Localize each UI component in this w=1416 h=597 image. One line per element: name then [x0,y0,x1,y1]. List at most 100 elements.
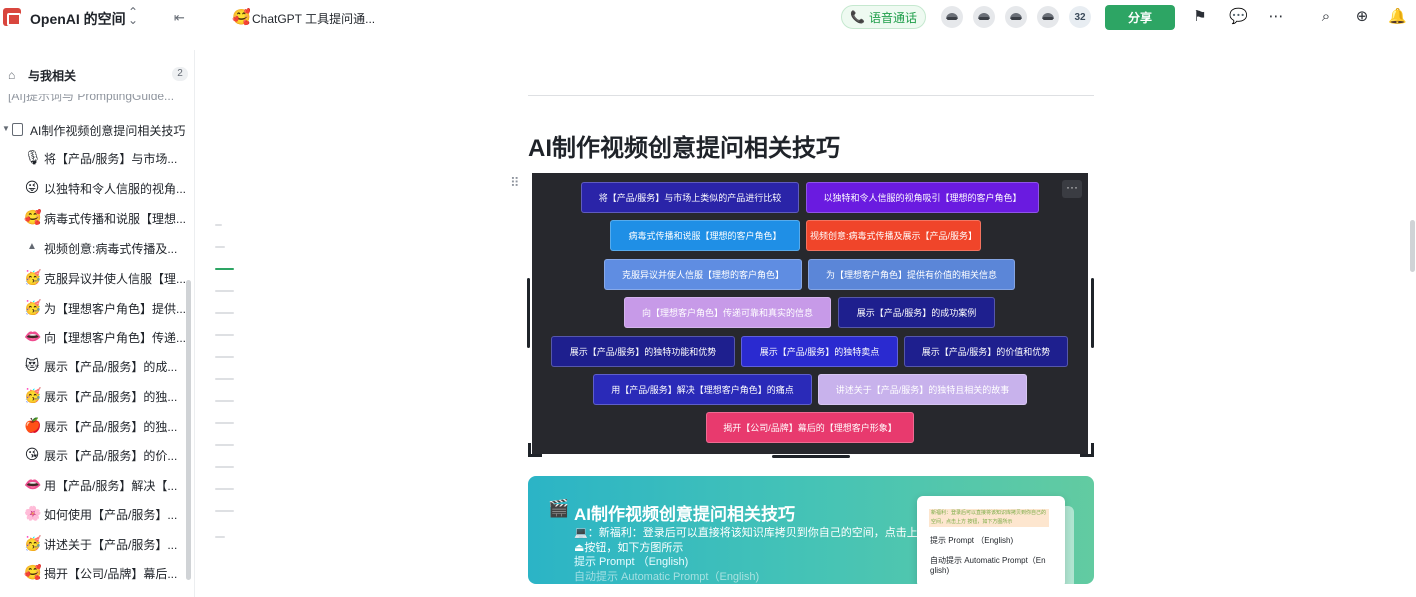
sidebar-item-parent[interactable]: ▼ AI制作视频创意提问相关技巧 [0,120,192,140]
sidebar-item-icon: 🥳 [24,269,42,285]
collaborator-count-badge[interactable]: 32 [1069,6,1091,28]
outline-line[interactable] [215,536,225,538]
bell-icon[interactable]: 🔔 [1388,8,1407,26]
outline-line-active[interactable] [215,268,234,270]
sidebar-item-icon: 🌸 [24,505,42,521]
canvas-box[interactable]: 用【产品/服务】解决【理想客户角色】的痛点 [593,374,812,405]
collaborator-avatar[interactable] [941,6,963,28]
page-title: AI制作视频创意提问相关技巧 [528,135,840,162]
collaborator-avatar[interactable] [1037,6,1059,28]
sidebar-item[interactable]: 🥳 讲述关于【产品/服务】... [0,533,185,555]
screenshot-text: glish) [930,566,950,575]
search-icon[interactable]: ⌕ [1317,8,1335,26]
top-bar: OpenAI 的空间 ⌃ ⌄ ⇤ 🥰 ChatGPT 工具提问通... 📞 语音通… [0,0,1416,34]
sidebar-item[interactable]: 👄 用【产品/服务】解决【... [0,474,185,496]
collapse-sidebar-icon[interactable]: ⇤ [174,10,185,26]
canvas-box[interactable]: 视频创意:病毒式传播及展示【产品/服务】 [806,220,981,251]
canvas-box[interactable]: 将【产品/服务】与市场上类似的产品进行比较 [581,182,799,213]
card-text-line: 自动提示 Automatic Prompt（English) [574,571,760,583]
related-to-me-label[interactable]: 与我相关 [28,67,76,84]
outline-line[interactable] [215,378,234,380]
outline-line[interactable] [215,334,234,336]
selection-corner[interactable] [528,443,542,457]
sidebar-item[interactable]: 😘 展示【产品/服务】的价... [0,444,185,466]
canvas-box[interactable]: 为【理想客户角色】提供有价值的相关信息 [808,259,1015,290]
sidebar-item-cut[interactable]: [AI]提示词与 PromptingGuide... [8,94,174,104]
outline-line[interactable] [215,312,234,314]
selection-side-handle[interactable] [1091,278,1094,348]
sidebar-item-label: 讲述关于【产品/服务】... [44,538,178,552]
sidebar-item[interactable]: 🌸 如何使用【产品/服务】... [0,503,185,525]
collaborator-avatar[interactable] [1005,6,1027,28]
sidebar-item[interactable]: 🎙 将【产品/服务】与市场... [0,147,185,169]
sidebar-item[interactable]: 🥰 病毒式传播和说服【理想... [0,207,187,229]
sidebar-item[interactable]: ▲ 视频创意:病毒式传播及... [0,237,185,259]
sidebar-item[interactable]: 🥰 揭开【公司/品牌】幕后... [0,562,185,584]
feedback-flag-icon[interactable]: ⚑ [1191,8,1209,26]
sidebar-item-label: 展示【产品/服务】的独... [44,420,178,434]
outline-line[interactable] [215,224,222,226]
canvas-box[interactable]: 展示【产品/服务】的价值和优势 [904,336,1068,367]
sidebar-item[interactable]: 👄 向【理想客户角色】传递... [0,326,186,348]
canvas-more-button[interactable]: ··· [1062,180,1082,198]
outline-line[interactable] [215,466,234,468]
sidebar-item[interactable]: 😜 以独特和令人信服的视角... [0,177,187,199]
more-icon[interactable]: ⋯ [1267,8,1285,26]
outline-line[interactable] [215,246,225,248]
selection-corner[interactable] [1080,443,1094,457]
outline-line[interactable] [215,488,234,490]
sidebar-item-label: 展示【产品/服务】的独... [44,390,178,404]
sidebar-item-icon: 👄 [24,476,42,492]
screenshot-text: 自动提示 Automatic Prompt（En [930,556,1046,565]
canvas-box[interactable]: 展示【产品/服务】的独特卖点 [741,336,898,367]
workspace-logo-icon[interactable] [3,8,21,26]
cover-card: 🎬 AI制作视频创意提问相关技巧 💻：新福利：登录后可以直接将该知识库拷贝到你自… [528,476,1094,584]
sidebar-item[interactable]: 🥳 为【理想客户角色】提供... [0,297,186,319]
home-icon[interactable]: ⌂ [8,68,15,82]
sidebar-item-label: 克服异议并使人信服【理... [44,272,187,286]
sidebar-item-icon: 🥳 [24,387,42,403]
outline-line[interactable] [215,290,234,292]
canvas-resize-handle[interactable] [772,455,850,458]
card-title: AI制作视频创意提问相关技巧 [574,505,795,524]
page-scrollbar[interactable] [1410,220,1415,272]
outline-minimap[interactable] [215,220,235,550]
sidebar-item-label: 病毒式传播和说服【理想... [44,212,187,226]
sidebar-item-icon: 🍎 [24,417,42,433]
outline-line[interactable] [215,422,234,424]
sidebar-item-label: 如何使用【产品/服务】... [44,508,178,522]
canvas-box[interactable]: 向【理想客户角色】传递可靠和真实的信息 [624,297,831,328]
document-icon [12,123,23,136]
caret-down-icon[interactable]: ▼ [2,124,10,133]
share-button[interactable]: 分享 [1105,5,1175,30]
sidebar-item[interactable]: 🍎 展示【产品/服务】的独... [0,415,185,437]
outline-line[interactable] [215,510,234,512]
outline-line[interactable] [215,400,234,402]
selection-side-handle[interactable] [527,278,530,348]
sidebar-item[interactable]: 🥳 展示【产品/服务】的独... [0,385,185,407]
content-divider [528,95,1094,96]
canvas-box[interactable]: 病毒式传播和说服【理想的客户角色】 [610,220,800,251]
collaborator-avatar[interactable] [973,6,995,28]
canvas-box[interactable]: 揭开【公司/品牌】幕后的【理想客户形象】 [706,412,914,443]
canvas-box[interactable]: 以独特和令人信服的视角吸引【理想的客户角色】 [806,182,1039,213]
voice-call-button[interactable]: 📞 语音通话 [841,5,926,29]
workspace-switch-icon[interactable]: ⌃ ⌄ [127,6,139,26]
canvas-box[interactable]: 展示【产品/服务】的独特功能和优势 [551,336,735,367]
canvas-box[interactable]: 展示【产品/服务】的成功案例 [838,297,995,328]
sidebar-item[interactable]: 😻 展示【产品/服务】的成... [0,355,185,377]
sidebar-item[interactable]: 🥳 克服异议并使人信服【理... [0,267,187,289]
outline-line[interactable] [215,356,234,358]
canvas-box[interactable]: 讲述关于【产品/服务】的独特且相关的故事 [818,374,1027,405]
sidebar-parent-label: AI制作视频创意提问相关技巧 [30,124,186,138]
drag-handle-icon[interactable]: ⠿ [510,176,519,189]
workspace-name[interactable]: OpenAI 的空间 [30,9,126,29]
add-icon[interactable]: ⊕ [1353,8,1371,26]
sidebar-item-label: 以独特和令人信服的视角... [44,182,187,196]
canvas-box[interactable]: 克服异议并使人信服【理想的客户角色】 [604,259,802,290]
doc-tab-title[interactable]: ChatGPT 工具提问通... [252,10,375,27]
sidebar-scrollbar[interactable] [186,280,191,580]
phone-icon: 📞 [850,10,865,24]
chat-bubbles-icon[interactable]: 💬 [1229,8,1248,26]
outline-line[interactable] [215,444,234,446]
